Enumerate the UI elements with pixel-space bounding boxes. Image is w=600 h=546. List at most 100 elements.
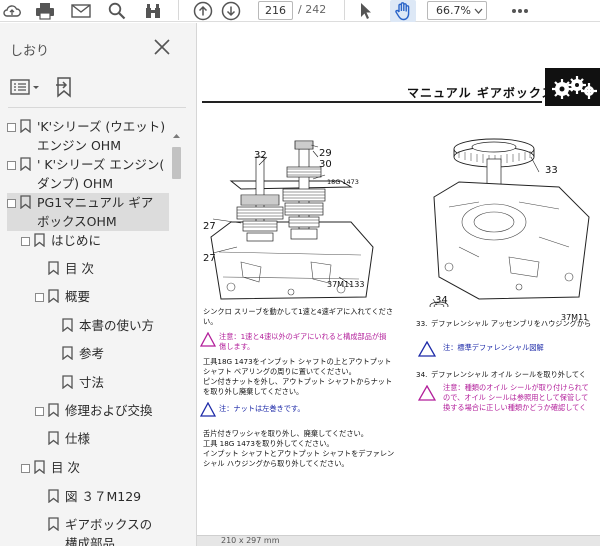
bookmark-label: 寸法: [79, 375, 105, 390]
select-cursor-icon[interactable]: [356, 0, 376, 22]
bookmark-icon: [48, 517, 59, 531]
panel-title: しおり: [10, 44, 50, 59]
bookmark-label: 'K'シリーズ (ウエット) エンジン OHM: [37, 119, 166, 153]
bookmarks-panel: しおり 'K'シリーズ (ウエット) エンジン OHM ' K'シリーズ エンジ…: [0, 23, 197, 546]
bookmark-icon: [34, 233, 45, 247]
callout-29: 29: [319, 148, 332, 159]
bookmark-icon: [20, 195, 31, 209]
step-number: 33.: [416, 319, 428, 328]
differential-illustration: [429, 138, 590, 307]
bookmark-options-icon[interactable]: [10, 75, 40, 99]
bookmark-icon: [62, 375, 73, 389]
note-triangle-icon: [200, 402, 216, 417]
bookmark-label: 参考: [79, 346, 105, 361]
callout-32: 32: [254, 150, 267, 161]
caution-text: 注意：種類のオイル シールが取り付けられて ので、オイル シールは参照用として保…: [443, 383, 589, 412]
bookmark-icon: [20, 119, 31, 133]
warning-triangle-icon: [418, 385, 436, 401]
bookmark-item[interactable]: ギアボックスの 構成部品: [48, 515, 152, 546]
bookmark-label: 仕様: [65, 431, 91, 446]
bookmark-item[interactable]: 'K'シリーズ (ウエット) エンジン OHM: [7, 117, 165, 155]
paragraph: デファレンシャル オイル シールを取り外してく: [431, 370, 587, 379]
bookmark-item[interactable]: 仕様: [48, 429, 90, 448]
bookmark-item[interactable]: 参考: [62, 344, 104, 363]
cloud-upload-icon[interactable]: [2, 0, 22, 22]
pdf-viewer: 216 / 242 66.7% しおり 'K'シリーズ (ウエット) エンジン …: [0, 0, 600, 546]
callout-27b: 27: [203, 253, 216, 264]
bookmark-item[interactable]: 本書の使い方: [62, 316, 154, 335]
bookmark-label: 修理および交換: [65, 403, 153, 418]
bookmark-icon: [62, 318, 73, 332]
bookmark-item[interactable]: ' K'シリーズ エンジン( ダンプ) OHM: [7, 155, 164, 193]
bookmark-label: 目 次: [51, 460, 80, 475]
bookmark-item[interactable]: はじめに: [21, 231, 101, 250]
collapse-toggle-icon[interactable]: [7, 199, 16, 208]
bookmark-icon: [48, 431, 59, 445]
expand-toggle-icon[interactable]: [35, 407, 44, 416]
bookmark-icon: [48, 403, 59, 417]
page-number-input[interactable]: 216: [258, 1, 293, 20]
bookmark-label: はじめに: [51, 233, 102, 248]
collapse-toggle-icon[interactable]: [21, 237, 30, 246]
scrollbar-thumb[interactable]: [172, 147, 181, 179]
note-text: 注：標準デファレンシャル図解: [443, 343, 544, 352]
bookmark-icon: [48, 489, 59, 503]
toolbar: 216 / 242 66.7%: [0, 0, 600, 22]
page-header-title: マニュアル ギアボックス: [407, 86, 555, 100]
bookmark-icon: [62, 346, 73, 360]
bookmark-icon: [34, 460, 45, 474]
bookmark-item[interactable]: 図 ３７M129: [48, 487, 141, 506]
tool-label: 18G 1473: [327, 178, 359, 186]
sidebar-scrollbar[interactable]: [171, 129, 182, 546]
add-bookmark-icon[interactable]: [54, 75, 76, 99]
header-rule: [202, 101, 542, 103]
expand-toggle-icon[interactable]: [7, 161, 16, 170]
collapse-toggle-icon[interactable]: [35, 293, 44, 302]
collapse-toggle-icon[interactable]: [21, 464, 30, 473]
bookmark-icon: [48, 261, 59, 275]
bookmark-item[interactable]: 目 次: [21, 458, 80, 477]
bookmark-label: 図 ３７M129: [65, 489, 142, 504]
page-size-label: 210 x 297 mm: [221, 536, 280, 545]
expand-toggle-icon[interactable]: [7, 123, 16, 132]
more-options-icon[interactable]: [508, 0, 532, 22]
paragraph: デファレンシャル アッセンブリをハウジングから: [431, 319, 592, 328]
bookmark-label: 概要: [65, 289, 91, 304]
bookmark-icon: [48, 289, 59, 303]
bookmark-label: 本書の使い方: [79, 318, 155, 333]
paragraph: シンクロ スリーブを動かして1速と4速ギアに入れてください。: [203, 307, 394, 326]
bookmark-item-selected[interactable]: PG1マニュアル ギア ボックスOHM: [7, 193, 169, 231]
bookmark-icon: [20, 157, 31, 171]
bookmark-item[interactable]: 修理および交換: [35, 401, 153, 420]
bookmark-item[interactable]: 概要: [35, 287, 90, 306]
close-icon[interactable]: [152, 37, 172, 57]
hand-tool-icon[interactable]: [390, 0, 416, 22]
compare-tool-icon[interactable]: [142, 0, 164, 22]
note-triangle-icon: [418, 341, 436, 357]
bookmark-label: ' K'シリーズ エンジン( ダンプ) OHM: [37, 157, 165, 191]
callout-33: 33: [545, 165, 558, 176]
callout-30: 30: [319, 159, 332, 170]
gearbox-section-icon: [545, 68, 600, 106]
chevron-down-icon[interactable]: [472, 0, 484, 22]
page-total: / 242: [298, 3, 327, 16]
bookmark-label: 目 次: [65, 261, 94, 276]
previous-page-icon[interactable]: [192, 0, 214, 22]
paragraph: 工具18G 1473をインプット シャフトの上とアウトプット シャフト ベアリン…: [203, 357, 393, 396]
divider: [8, 107, 186, 108]
next-page-icon[interactable]: [220, 0, 242, 22]
print-icon[interactable]: [34, 0, 56, 22]
paragraph: 舌片付きワッシャを取り外し、廃棄してください。 工具 18G 1473を取り外し…: [203, 429, 395, 468]
callout-34: 34: [435, 295, 448, 306]
figure-code-left: 37M1133: [327, 280, 365, 289]
search-icon[interactable]: [106, 0, 128, 22]
callout-27a: 27: [203, 221, 216, 232]
bookmark-item[interactable]: 目 次: [48, 259, 94, 278]
document-view[interactable]: マニュアル ギアボックス 32 29 30 18G 1473 27 27 37M…: [197, 23, 600, 546]
mail-icon[interactable]: [70, 0, 92, 22]
bookmark-item[interactable]: 寸法: [62, 373, 104, 392]
scroll-up-icon[interactable]: [171, 131, 182, 141]
status-bar: 210 x 297 mm: [197, 535, 600, 546]
note-text: 注：ナットは左巻きです。: [219, 404, 305, 413]
step-number: 34.: [416, 370, 428, 379]
